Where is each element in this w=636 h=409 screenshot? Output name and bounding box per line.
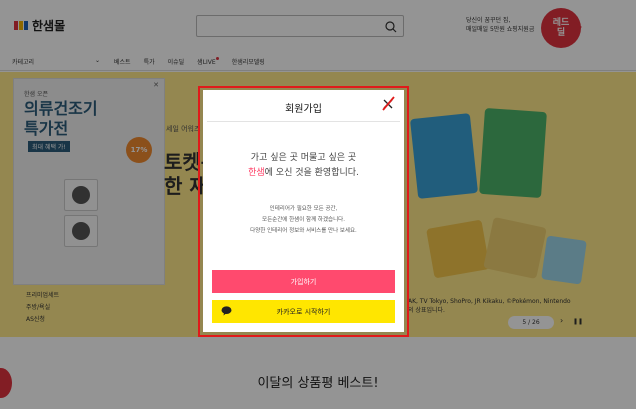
modal-divider xyxy=(207,121,400,122)
headline-line-1: 가고 싶은 곳 머물고 싶은 곳 xyxy=(250,153,357,163)
desc-line-3: 다양한 인테리어 정보와 서비스를 만나 보세요. xyxy=(250,228,357,234)
modal-description: 인테리어가 필요한 모든 공간, 모든순간에 한샘이 함께 하겠습니다. 다양한… xyxy=(203,204,404,237)
desc-line-1: 인테리어가 필요한 모든 공간, xyxy=(269,206,338,212)
modal-title: 회원가입 xyxy=(285,104,322,115)
headline-line-2-rest: 에 오신 것을 환영합니다. xyxy=(264,168,359,178)
page: 한샘몰 당신이 꿈꾸던 집, 매일매일 5만원 쇼핑지원금 레드 딜 카테고리 … xyxy=(0,0,636,409)
modal-headline: 가고 싶은 곳 머물고 싶은 곳 한샘에 오신 것을 환영합니다. xyxy=(203,151,404,181)
kakao-talk-icon xyxy=(221,306,232,316)
brand-name: 한샘 xyxy=(248,168,265,178)
kakao-start-button[interactable]: 카카오로 시작하기 xyxy=(212,300,395,323)
headline-line-2: 한샘에 오신 것을 환영합니다. xyxy=(203,166,404,181)
join-button[interactable]: 가입하기 xyxy=(212,270,395,293)
join-button-label: 가입하기 xyxy=(290,277,317,286)
signup-modal: 회원가입 가고 싶은 곳 머물고 싶은 곳 한샘에 오신 것을 환영합니다. 인… xyxy=(203,90,404,332)
close-icon[interactable] xyxy=(380,96,396,112)
desc-line-2: 모든순간에 한샘이 함께 하겠습니다. xyxy=(262,217,345,223)
kakao-button-label: 카카오로 시작하기 xyxy=(276,307,331,316)
